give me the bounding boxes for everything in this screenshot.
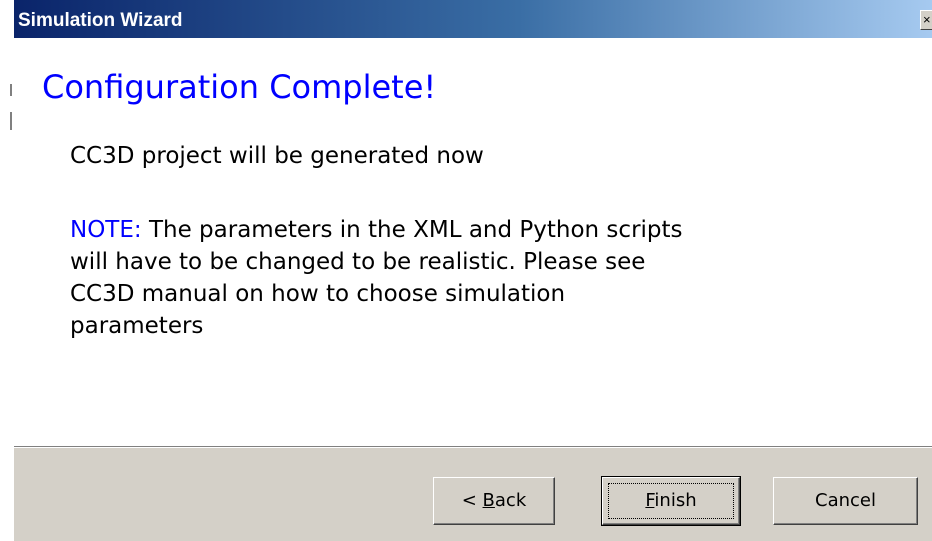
note-text: The parameters in the XML and Python scr… [141,217,683,243]
page-heading: Configuration Complete! [42,68,437,106]
back-button-arrow: < [461,490,483,511]
note-paragraph: NOTE: The parameters in the XML and Pyth… [70,214,683,342]
generation-message: CC3D project will be generated now [70,143,484,169]
back-button[interactable]: < Back [433,477,555,525]
finish-button-label: inish [654,490,697,511]
simulation-wizard-dialog: Simulation Wizard × Configuration Comple… [14,0,932,541]
edge-mark [10,84,12,96]
cancel-button[interactable]: Cancel [773,477,918,525]
note-label: NOTE: [70,217,142,243]
title-bar[interactable]: Simulation Wizard × [14,0,932,38]
note-line: will have to be changed to be realistic.… [70,249,646,275]
button-bar: < Back Finish Cancel [14,448,932,541]
finish-button[interactable]: Finish [601,476,741,526]
edge-mark [10,112,12,130]
back-button-label: ack [494,490,527,511]
note-line: parameters [70,313,204,339]
background-window-edge [0,0,14,541]
window-title: Simulation Wizard [18,10,183,31]
note-line: NOTE: The parameters in the XML and Pyth… [70,214,683,246]
wizard-page: Configuration Complete! CC3D project wil… [14,38,932,446]
back-button-mnemonic: B [482,490,495,511]
note-line: CC3D manual on how to choose simulation [70,281,566,307]
close-button[interactable]: × [920,10,932,30]
close-icon: × [923,12,931,27]
